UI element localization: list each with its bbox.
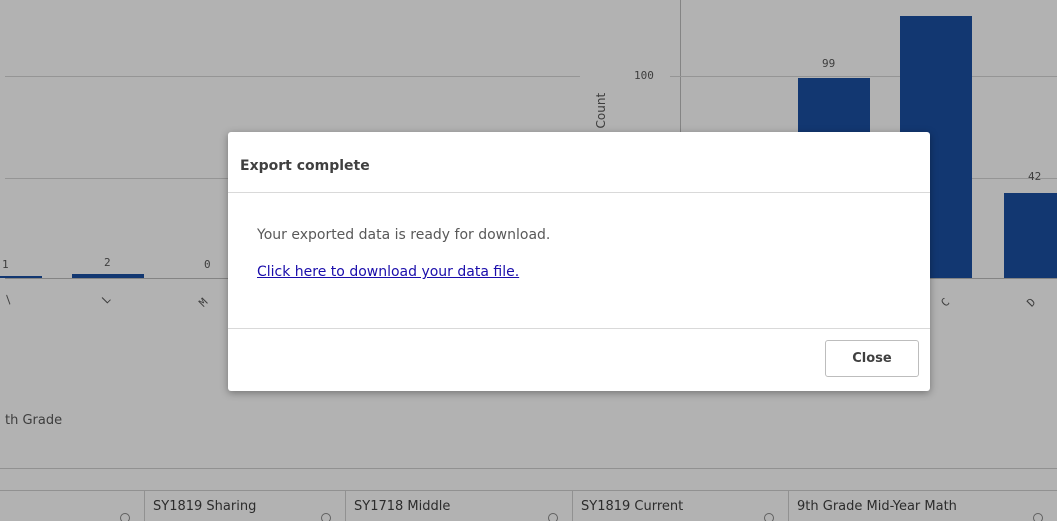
dialog-title: Export complete (240, 158, 370, 174)
close-button[interactable]: Close (825, 340, 919, 377)
download-link[interactable]: Click here to download your data file. (257, 264, 519, 280)
export-complete-dialog: Export complete Your exported data is re… (228, 132, 930, 391)
dialog-header: Export complete (228, 132, 930, 193)
dialog-body: Your exported data is ready for download… (228, 193, 930, 329)
dialog-footer: Close (228, 329, 930, 391)
dialog-message: Your exported data is ready for download… (257, 227, 551, 243)
